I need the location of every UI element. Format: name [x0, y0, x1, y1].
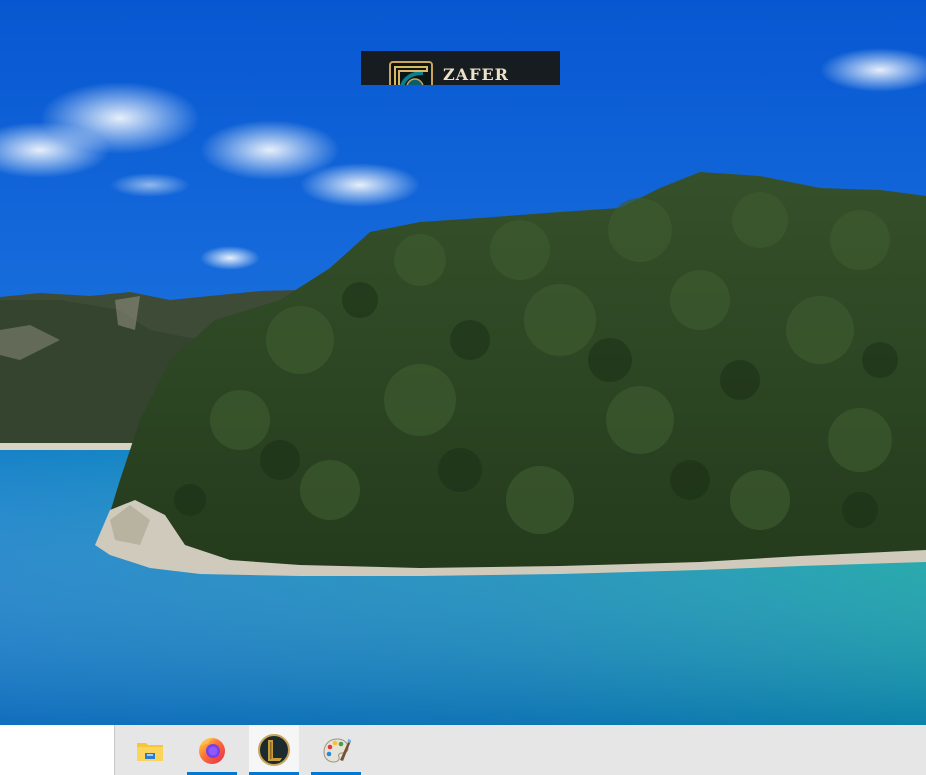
taskbar-search-box[interactable] [0, 725, 115, 775]
paint-icon [323, 738, 351, 763]
firefox-icon [199, 737, 225, 764]
taskbar-league-of-legends[interactable] [249, 725, 299, 775]
league-of-legends-icon [258, 734, 290, 766]
desktop-wallpaper [0, 0, 926, 725]
desktop[interactable]: ZAFER [0, 0, 926, 725]
file-explorer-icon [137, 743, 163, 761]
summoner-name: ZAFER [443, 65, 509, 84]
taskbar-firefox[interactable] [187, 725, 237, 775]
taskbar-paint[interactable] [311, 725, 361, 775]
taskbar[interactable] [0, 725, 926, 775]
league-of-legends-icon [389, 61, 433, 85]
taskbar-file-explorer[interactable] [125, 725, 175, 775]
game-notification[interactable]: ZAFER [361, 51, 560, 85]
